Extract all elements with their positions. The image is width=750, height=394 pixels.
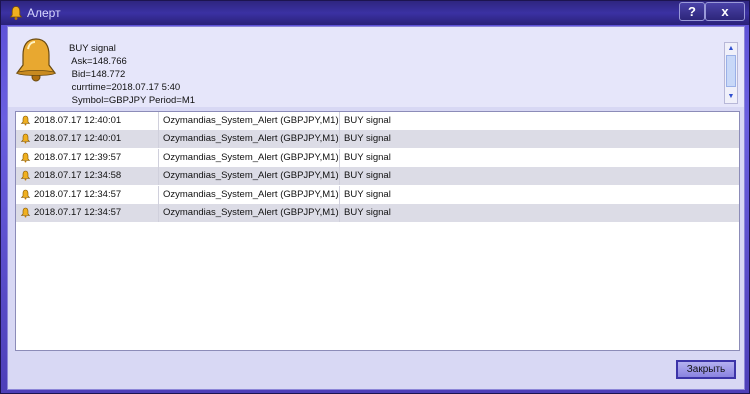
list-item[interactable]: 2018.07.17 12:40:01 Ozymandias_System_Al…	[16, 130, 739, 148]
help-button[interactable]: ?	[679, 2, 705, 21]
alert-source: Ozymandias_System_Alert (GBPJPY,M1)	[159, 167, 340, 185]
dialog-body: BUY signal Ask=148.766 Bid=148.772 currt…	[7, 26, 745, 390]
alert-source: Ozymandias_System_Alert (GBPJPY,M1)	[159, 149, 340, 167]
alert-time: 2018.07.17 12:34:57	[16, 186, 159, 204]
alert-message: BUY signal	[344, 115, 391, 126]
message-line: BUY signal	[69, 43, 116, 54]
alert-message: BUY signal	[344, 207, 391, 218]
bell-icon	[20, 152, 31, 163]
alert-source: Ozymandias_System_Alert (GBPJPY,M1)	[159, 112, 340, 130]
message-panel: BUY signal Ask=148.766 Bid=148.772 currt…	[8, 27, 744, 107]
bell-icon	[15, 38, 57, 82]
message-line: Bid=148.772	[69, 69, 126, 80]
list-item[interactable]: 2018.07.17 12:34:58 Ozymandias_System_Al…	[16, 167, 739, 185]
bell-icon	[20, 207, 31, 218]
window-title: Алерт	[27, 6, 61, 20]
bell-icon	[20, 189, 31, 200]
alert-source: Ozymandias_System_Alert (GBPJPY,M1)	[159, 186, 340, 204]
alert-window: Алерт ? x BUY signal Ask=148.766 Bid=148…	[0, 0, 750, 394]
list-item[interactable]: 2018.07.17 12:34:57 Ozymandias_System_Al…	[16, 204, 739, 222]
alert-list[interactable]: 2018.07.17 12:40:01 Ozymandias_System_Al…	[15, 111, 740, 351]
alert-time: 2018.07.17 12:40:01	[16, 112, 159, 130]
alert-time: 2018.07.17 12:34:58	[16, 167, 159, 185]
title-bar[interactable]: Алерт ? x	[1, 1, 749, 25]
message-line: Symbol=GBPJPY Period=M1	[69, 95, 196, 106]
list-item[interactable]: 2018.07.17 12:34:57 Ozymandias_System_Al…	[16, 186, 739, 204]
message-line: Ask=148.766	[69, 56, 127, 67]
bell-icon	[9, 6, 23, 20]
bell-icon	[20, 170, 31, 181]
list-item[interactable]: 2018.07.17 12:40:01 Ozymandias_System_Al…	[16, 112, 739, 130]
scroll-up-icon[interactable]: ▲	[725, 44, 737, 54]
alert-message-text: BUY signal Ask=148.766 Bid=148.772 currt…	[69, 42, 195, 107]
alert-time: 2018.07.17 12:39:57	[16, 149, 159, 167]
alert-message: BUY signal	[344, 152, 391, 163]
alert-source: Ozymandias_System_Alert (GBPJPY,M1)	[159, 130, 340, 148]
alert-time: 2018.07.17 12:40:01	[16, 130, 159, 148]
message-scrollbar[interactable]: ▲ ▼	[724, 42, 738, 104]
alert-time: 2018.07.17 12:34:57	[16, 204, 159, 222]
list-item[interactable]: 2018.07.17 12:39:57 Ozymandias_System_Al…	[16, 149, 739, 167]
alert-message: BUY signal	[344, 133, 391, 144]
bell-icon	[20, 133, 31, 144]
alert-message: BUY signal	[344, 189, 391, 200]
close-window-button[interactable]: x	[705, 2, 745, 21]
bell-icon	[20, 115, 31, 126]
scroll-down-icon[interactable]: ▼	[725, 92, 737, 102]
message-line: currtime=2018.07.17 5:40	[69, 82, 181, 93]
close-button[interactable]: Закрыть	[676, 360, 736, 379]
scroll-thumb[interactable]	[726, 55, 736, 87]
alert-source: Ozymandias_System_Alert (GBPJPY,M1)	[159, 204, 340, 222]
alert-message: BUY signal	[344, 170, 391, 181]
